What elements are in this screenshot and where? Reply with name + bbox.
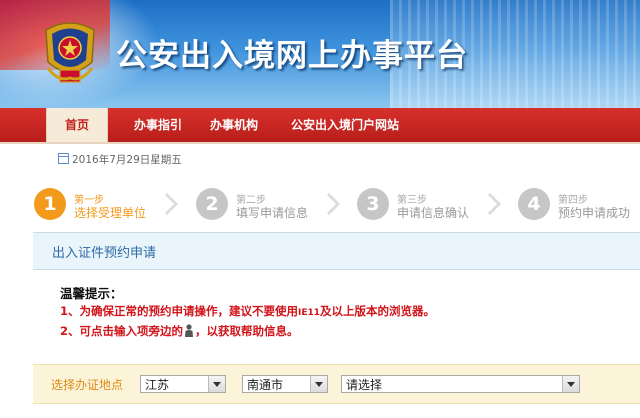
calendar-icon: [58, 153, 69, 164]
location-label: 选择办证地点: [51, 378, 124, 392]
nav-item-guide[interactable]: 办事指引: [124, 108, 192, 142]
step-4-label: 预约申请成功: [558, 206, 631, 220]
nav-item-portal[interactable]: 公安出入境门户网站: [278, 108, 412, 142]
notice-line-1: 1、为确保正常的预约申请操作，建议不要使用IE11及以上版本的浏览器。: [60, 301, 620, 321]
province-select[interactable]: 江苏: [140, 375, 226, 393]
main-nav: 首页 办事指引 办事机构 公安出入境门户网站: [0, 108, 640, 144]
notice-line-1-ie: IE11: [298, 308, 321, 318]
step-1-number: 1: [34, 188, 66, 220]
chevron-right-icon: [487, 192, 501, 216]
step-3-number: 3: [357, 188, 389, 220]
help-person-icon: [185, 324, 194, 337]
office-select[interactable]: 请选择: [341, 375, 580, 393]
date-text: 2016年7月29日星期五: [72, 154, 182, 166]
city-select-value: 南通市: [247, 378, 284, 392]
nav-item-home[interactable]: 首页: [46, 108, 108, 142]
notice-box: 温馨提示： 1、为确保正常的预约申请操作，建议不要使用IE11及以上版本的浏览器…: [60, 283, 620, 341]
date-display: 2016年7月29日星期五: [58, 152, 182, 168]
form-header: 出入证件预约申请: [33, 232, 640, 270]
header-banner: 公安出入境网上办事平台: [0, 0, 640, 108]
location-row: 选择办证地点 江苏 南通市 请选择: [33, 364, 640, 404]
city-select[interactable]: 南通市: [242, 375, 328, 393]
notice-line-1-text-a: 1、为确保正常的预约申请操作，建议不要使用: [60, 304, 298, 318]
chevron-down-icon: [208, 376, 225, 392]
step-1-label: 选择受理单位: [74, 206, 147, 220]
chevron-down-icon: [562, 376, 579, 392]
police-emblem-icon: [45, 22, 95, 83]
province-select-value: 江苏: [145, 378, 170, 392]
notice-line-2-text-a: 2、可点击输入项旁边的: [60, 324, 184, 338]
form-title: 出入证件预约申请: [52, 246, 157, 261]
notice-line-2: 2、可点击输入项旁边的 ，以获取帮助信息。: [60, 321, 620, 341]
step-3-label: 申请信息确认: [397, 206, 470, 220]
notice-line-1-text-b: 及以上版本的浏览器。: [320, 304, 436, 318]
step-2-label: 填写申请信息: [236, 206, 309, 220]
chevron-right-icon: [326, 192, 340, 216]
notice-line-2-text-b: ，以获取帮助信息。: [195, 324, 299, 338]
notice-title: 温馨提示：: [60, 286, 123, 301]
site-title: 公安出入境网上办事平台: [116, 38, 468, 74]
step-4-number: 4: [518, 188, 550, 220]
nav-item-offices[interactable]: 办事机构: [202, 108, 266, 142]
chevron-down-icon: [310, 376, 327, 392]
office-select-value: 请选择: [346, 378, 383, 392]
step-2-number: 2: [196, 188, 228, 220]
chevron-right-icon: [164, 192, 178, 216]
progress-steps: 1 第一步 选择受理单位 2 第二步 填写申请信息 3 第三步 申请信息确认 4…: [0, 180, 640, 232]
